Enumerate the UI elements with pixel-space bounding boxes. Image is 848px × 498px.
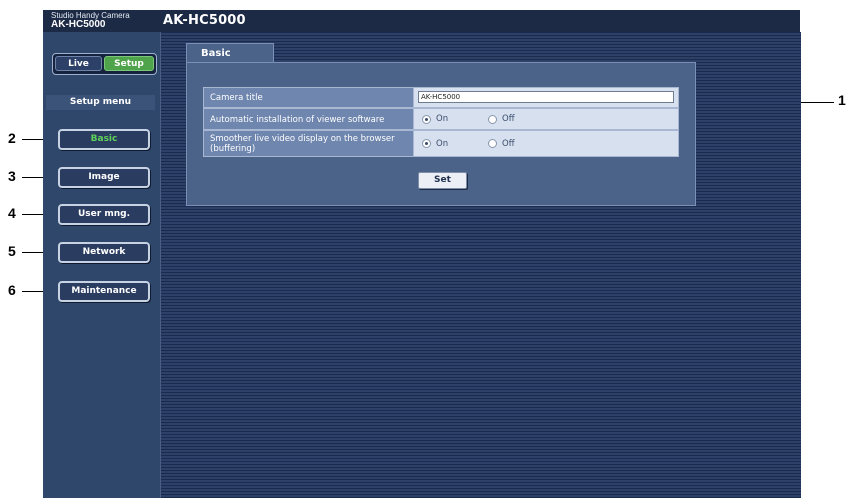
auto-install-off-label: Off [502, 114, 515, 124]
auto-install-row: Automatic installation of viewer softwar… [203, 108, 679, 130]
page-title: AK-HC5000 [163, 13, 246, 28]
sidebar: Live Setup Setup menu Basic Image User m… [43, 32, 160, 498]
menu-basic-button[interactable]: Basic [58, 129, 150, 150]
auto-install-off-option[interactable]: Off [488, 109, 515, 129]
callout-1: 1 [838, 92, 846, 108]
callout-5: 5 [8, 243, 16, 259]
camera-title-row: Camera title [203, 87, 679, 108]
buffering-row: Smoother live video display on the brows… [203, 130, 679, 157]
radio-checked-icon[interactable] [422, 139, 431, 148]
auto-install-on-option[interactable]: On [422, 109, 448, 129]
tab-basic[interactable]: Basic [186, 43, 274, 63]
radio-checked-icon[interactable] [422, 114, 431, 124]
auto-install-label: Automatic installation of viewer softwar… [210, 115, 385, 125]
auto-install-on-label: On [436, 114, 449, 124]
live-button[interactable]: Live [55, 56, 102, 71]
header-bar: Studio Handy Camera AK-HC5000 AK-HC5000 [43, 10, 800, 32]
buffering-off-label: Off [502, 138, 515, 149]
buffering-value-cell: On Off [413, 131, 678, 156]
auto-install-value-cell: On Off [413, 109, 678, 129]
camera-title-value-cell [413, 88, 678, 107]
callout-3: 3 [8, 168, 16, 184]
buffering-off-option[interactable]: Off [488, 131, 515, 156]
set-button[interactable]: Set [418, 172, 467, 189]
mode-toggle: Live Setup [52, 53, 157, 75]
settings-panel: Camera title Automatic installation of v… [186, 62, 696, 206]
buffering-on-option[interactable]: On [422, 131, 448, 156]
menu-image-button[interactable]: Image [58, 167, 150, 188]
brand-model: AK-HC5000 [51, 19, 106, 30]
buffering-on-label: On [436, 138, 449, 149]
buffering-label: Smoother live video display on the brows… [210, 134, 395, 154]
setup-menu-heading: Setup menu [46, 95, 155, 110]
callout-2: 2 [8, 130, 16, 146]
setup-button[interactable]: Setup [104, 56, 154, 71]
menu-network-button[interactable]: Network [58, 242, 150, 263]
main-content: Basic Camera title Automatic installatio… [160, 32, 801, 498]
menu-maintenance-button[interactable]: Maintenance [58, 281, 150, 302]
menu-user-mng-button[interactable]: User mng. [58, 204, 150, 225]
radio-unchecked-icon[interactable] [488, 114, 497, 124]
camera-web-ui: Studio Handy Camera AK-HC5000 AK-HC5000 … [43, 10, 801, 498]
camera-title-input[interactable] [418, 91, 674, 103]
radio-unchecked-icon[interactable] [488, 139, 497, 148]
callout-4: 4 [8, 205, 16, 221]
camera-title-label: Camera title [210, 93, 263, 103]
callout-6: 6 [8, 282, 16, 298]
